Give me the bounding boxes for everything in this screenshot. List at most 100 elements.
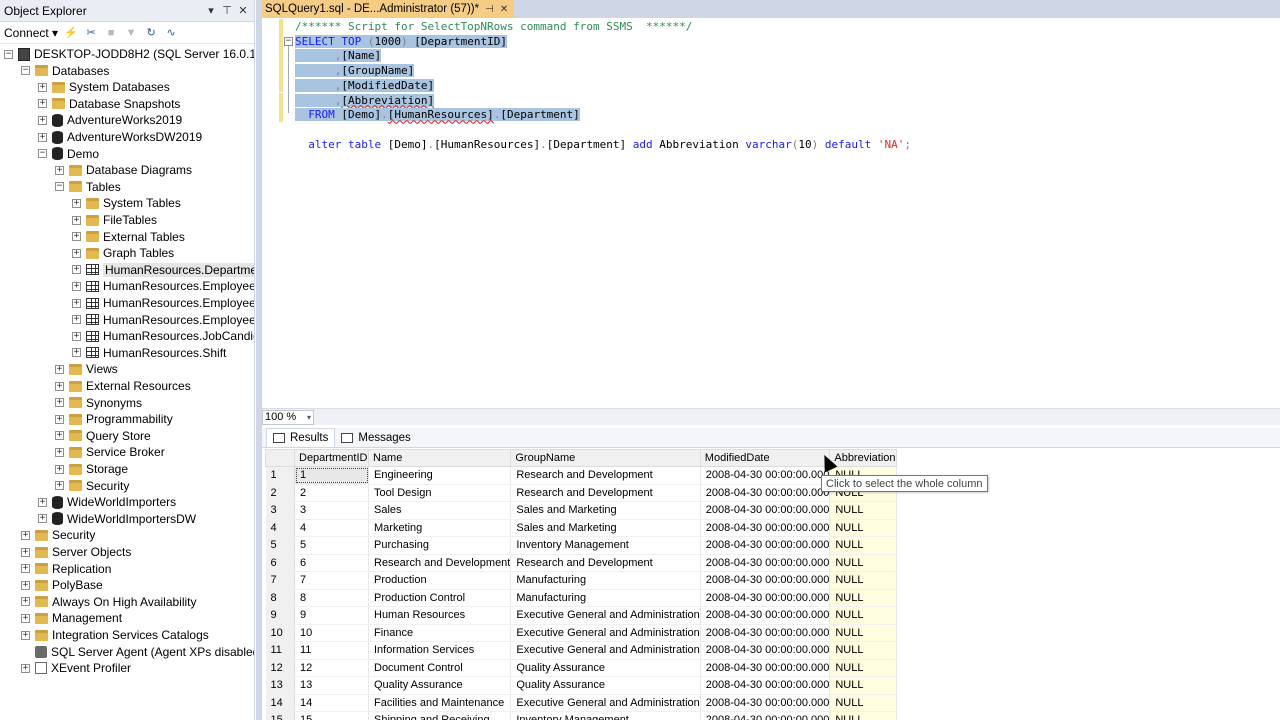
grid-cell[interactable]: 12 xyxy=(294,659,369,677)
disconnect-icon[interactable]: ✂ xyxy=(84,26,98,40)
grid-cell[interactable]: Manufacturing xyxy=(510,589,701,607)
grid-cell[interactable]: 3 xyxy=(294,501,369,520)
tree-node-management[interactable]: + Management xyxy=(21,610,122,626)
expand-icon[interactable]: + xyxy=(38,514,47,524)
grid-cell[interactable]: 2008-04-30 00:00:00.000 xyxy=(700,589,831,607)
grid-cell[interactable]: 2008-04-30 00:00:00.000 xyxy=(700,484,831,502)
grid-cell[interactable]: Marketing xyxy=(368,519,512,537)
grid-cell[interactable]: Research and Development xyxy=(510,554,701,572)
expand-icon[interactable]: + xyxy=(38,99,47,109)
grid-cell[interactable]: 2 xyxy=(294,484,369,502)
grid-cell[interactable]: Sales and Marketing xyxy=(510,501,701,520)
table-row[interactable]: 3 3 Sales Sales and Marketing 2008-04-30 00:… xyxy=(265,501,897,520)
grid-cell[interactable]: 1 xyxy=(294,466,369,485)
grid-cell[interactable]: 6 xyxy=(294,554,369,572)
tree-node-system-databases[interactable]: + System Databases xyxy=(38,79,170,95)
table-row[interactable]: 1 1 Engineering Research and Development 200… xyxy=(265,466,897,485)
expand-icon[interactable]: + xyxy=(21,564,30,574)
table-row[interactable]: 6 6 Research and Development Research and D… xyxy=(265,554,897,572)
zoom-select[interactable]: 100 % ▾ xyxy=(262,409,314,425)
expand-icon[interactable]: + xyxy=(55,414,64,424)
row-number[interactable]: 13 xyxy=(265,676,295,695)
grid-cell[interactable]: 13 xyxy=(294,676,369,695)
grid-cell[interactable]: Research and Development xyxy=(510,466,701,485)
tree-node-database-diagrams[interactable]: + Database Diagrams xyxy=(55,162,192,178)
table-row[interactable]: 9 9 Human Resources Executive General and A… xyxy=(265,606,897,625)
grid-cell[interactable]: 15 xyxy=(294,711,369,720)
collapse-icon[interactable]: − xyxy=(4,49,13,59)
expand-icon[interactable]: + xyxy=(72,265,81,275)
results-grid[interactable]: DepartmentID Name GroupName ModifiedDate… xyxy=(265,449,897,720)
grid-cell[interactable]: 4 xyxy=(294,519,369,537)
table-row[interactable]: 11 11 Information Services Executive Genera… xyxy=(265,641,897,660)
grid-cell[interactable]: Engineering xyxy=(368,466,512,485)
grid-cell[interactable]: NULL xyxy=(829,571,897,590)
grid-cell[interactable]: 5 xyxy=(294,536,369,555)
tree-node-database-snapshots[interactable]: + Database Snapshots xyxy=(38,96,180,112)
tree-node-integration-services[interactable]: + Integration Services Catalogs xyxy=(21,627,209,643)
tree-node-synonyms[interactable]: + Synonyms xyxy=(55,395,142,411)
expand-icon[interactable]: + xyxy=(55,364,64,374)
close-panel-icon[interactable]: ✕ xyxy=(236,4,250,17)
tree-node-xevent-profiler[interactable]: + XEvent Profiler xyxy=(21,660,131,676)
tree-node-external-tables[interactable]: + External Tables xyxy=(72,229,185,245)
row-number[interactable]: 7 xyxy=(265,571,295,590)
expand-icon[interactable]: + xyxy=(72,315,81,325)
filter-icon[interactable]: ▼ xyxy=(124,26,138,40)
expand-icon[interactable]: + xyxy=(21,630,30,640)
expand-icon[interactable]: + xyxy=(21,613,30,623)
code-fold-icon[interactable]: − xyxy=(284,36,293,46)
grid-cell[interactable]: Executive General and Administration xyxy=(510,606,701,625)
row-number[interactable]: 14 xyxy=(265,694,295,712)
tree-node-sql-server-agent[interactable]: SQL Server Agent (Agent XPs disabled) xyxy=(21,644,254,660)
grid-cell[interactable]: 2008-04-30 00:00:00.000 xyxy=(700,466,831,485)
grid-cell[interactable]: NULL xyxy=(829,606,897,625)
grid-cell[interactable]: Research and Development xyxy=(368,554,512,572)
expand-icon[interactable]: + xyxy=(72,232,81,242)
tree-node-service-broker[interactable]: + Service Broker xyxy=(55,444,165,460)
expand-icon[interactable]: + xyxy=(55,165,64,175)
grid-cell[interactable]: NULL xyxy=(829,676,897,695)
row-number[interactable]: 6 xyxy=(265,554,295,572)
tree-node-hr-shift[interactable]: + HumanResources.Shift xyxy=(72,345,226,361)
tree-node-databases[interactable]: − Databases xyxy=(21,63,109,79)
grid-cell[interactable]: 2008-04-30 00:00:00.000 xyxy=(700,624,831,642)
grid-cell[interactable]: Quality Assurance xyxy=(510,676,701,695)
table-row[interactable]: 1515Shipping and ReceivingInventory Mana… xyxy=(265,711,897,720)
tree-node-hr-employee[interactable]: + HumanResources.Employee xyxy=(72,278,254,294)
grid-cell[interactable]: NULL xyxy=(829,519,897,537)
table-row[interactable]: 5 5 Purchasing Inventory Management 2008-04-… xyxy=(265,536,897,555)
grid-cell[interactable]: Sales and Marketing xyxy=(510,519,701,537)
grid-cell[interactable]: Sales xyxy=(368,501,512,520)
table-row[interactable]: 2 2 Tool Design Research and Development 200… xyxy=(265,484,897,502)
grid-cell[interactable]: 2008-04-30 00:00:00.000 xyxy=(700,694,831,712)
grid-cell[interactable]: Quality Assurance xyxy=(510,659,701,677)
expand-icon[interactable]: + xyxy=(72,215,81,225)
tree-node-adventureworks2019[interactable]: + AdventureWorks2019 xyxy=(38,112,182,128)
grid-cell[interactable]: NULL xyxy=(829,589,897,607)
pin-tab-icon[interactable]: ⊣ xyxy=(485,4,494,15)
tree-node-system-tables[interactable]: + System Tables xyxy=(72,195,181,211)
expand-icon[interactable]: + xyxy=(72,198,81,208)
grid-cell[interactable]: 2008-04-30 00:00:00.000 xyxy=(700,519,831,537)
tree-node-query-store[interactable]: + Query Store xyxy=(55,428,151,444)
grid-cell[interactable]: Tool Design xyxy=(368,484,512,502)
tree-node-filetables[interactable]: + FileTables xyxy=(72,212,157,228)
expand-icon[interactable]: + xyxy=(21,663,30,673)
grid-cell[interactable]: 2008-04-30 00:00:00.000 xyxy=(700,641,831,660)
column-header-departmentid[interactable]: DepartmentID xyxy=(294,449,369,467)
grid-cell[interactable]: 11 xyxy=(294,641,369,660)
expand-icon[interactable]: + xyxy=(72,348,81,358)
tree-node-hr-employeedepart[interactable]: + HumanResources.EmployeeDepartmentHistor… xyxy=(72,295,254,311)
grid-cell[interactable]: Facilities and Maintenance xyxy=(368,694,512,712)
collapse-icon[interactable]: − xyxy=(21,66,30,76)
expand-icon[interactable]: + xyxy=(72,298,81,308)
grid-cell[interactable]: NULL xyxy=(829,641,897,660)
tree-node-graph-tables[interactable]: + Graph Tables xyxy=(72,245,174,261)
row-number[interactable]: 15 xyxy=(265,711,295,720)
tree-node-programmability[interactable]: + Programmability xyxy=(55,411,173,427)
collapse-icon[interactable]: − xyxy=(38,149,47,159)
tree-node-server-objects[interactable]: + Server Objects xyxy=(21,544,131,560)
grid-cell[interactable]: Production xyxy=(368,571,512,590)
horizontal-scrollbar[interactable] xyxy=(314,409,1280,425)
